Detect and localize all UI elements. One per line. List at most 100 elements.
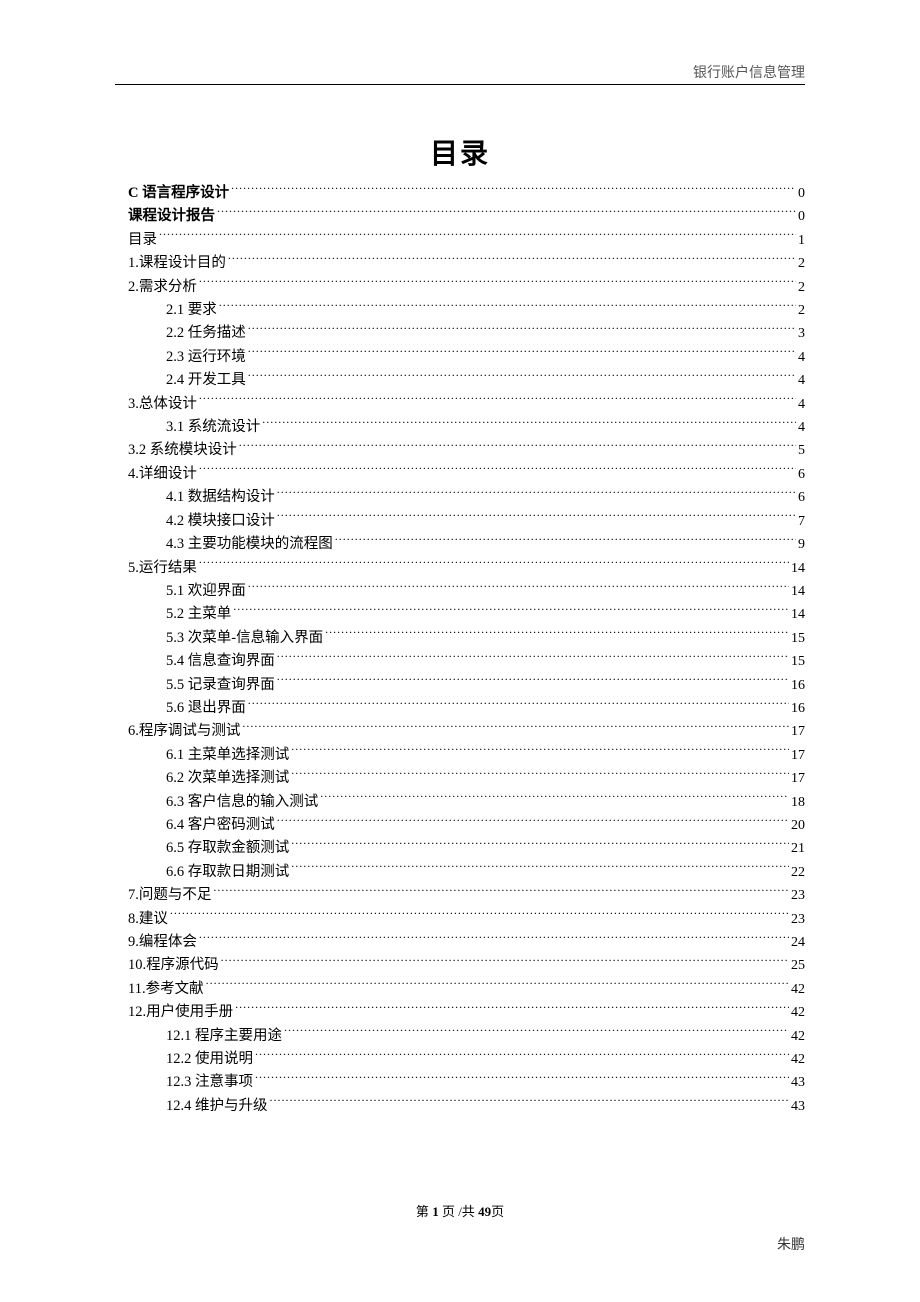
toc-leader-dots xyxy=(248,323,796,338)
toc-label: 4.3 主要功能模块的流程图 xyxy=(166,533,333,556)
toc-page-number: 17 xyxy=(791,720,805,743)
toc-entry[interactable]: 4.3 主要功能模块的流程图9 xyxy=(128,533,805,556)
toc-entry[interactable]: 2.1 要求2 xyxy=(128,299,805,322)
toc-page-number: 15 xyxy=(791,650,805,673)
toc-entry[interactable]: 2.3 运行环境4 xyxy=(128,346,805,369)
toc-entry[interactable]: 12.2 使用说明42 xyxy=(128,1048,805,1071)
toc-leader-dots xyxy=(291,744,789,759)
header-divider xyxy=(115,84,805,85)
toc-leader-dots xyxy=(170,908,789,923)
toc-entry[interactable]: 9.编程体会24 xyxy=(128,931,805,954)
toc-entry[interactable]: 5.6 退出界面 16 xyxy=(128,697,805,720)
toc-page-number: 4 xyxy=(798,393,805,416)
toc-leader-dots xyxy=(242,721,789,736)
toc-label: 6.2 次菜单选择测试 xyxy=(166,767,289,790)
toc-entry[interactable]: 2.4 开发工具4 xyxy=(128,369,805,392)
toc-label: 2.2 任务描述 xyxy=(166,322,246,345)
toc-entry[interactable]: 5.3 次菜单-信息输入界面15 xyxy=(128,627,805,650)
toc-leader-dots xyxy=(221,955,789,970)
page-title: 目录 xyxy=(0,132,920,172)
toc-page-number: 42 xyxy=(791,978,805,1001)
toc-entry[interactable]: 5.2 主菜单14 xyxy=(128,603,805,626)
toc-entry[interactable]: 12.3 注意事项43 xyxy=(128,1071,805,1094)
toc-leader-dots xyxy=(235,1002,789,1017)
toc-label: 12.1 程序主要用途 xyxy=(166,1025,282,1048)
toc-entry[interactable]: 3.2 系统模块设计5 xyxy=(128,439,805,462)
toc-entry[interactable]: 7.问题与不足23 xyxy=(128,884,805,907)
toc-entry[interactable]: 2.需求分析2 xyxy=(128,276,805,299)
toc-page-number: 14 xyxy=(791,603,805,626)
toc-leader-dots xyxy=(199,276,796,291)
toc-leader-dots xyxy=(270,1095,790,1110)
toc-label: 5.6 退出界面 xyxy=(166,697,246,720)
toc-entry[interactable]: 5.1 欢迎界面14 xyxy=(128,580,805,603)
toc-entry[interactable]: 3.1 系统流设计4 xyxy=(128,416,805,439)
toc-entry[interactable]: 3.总体设计4 xyxy=(128,393,805,416)
toc-entry[interactable]: 6.3 客户信息的输入测试18 xyxy=(128,791,805,814)
toc-entry[interactable]: 5.运行结果14 xyxy=(128,557,805,580)
toc-label: 4.2 模块接口设计 xyxy=(166,510,275,533)
toc-leader-dots xyxy=(284,1025,789,1040)
toc-leader-dots xyxy=(248,580,789,595)
toc-label: 4.1 数据结构设计 xyxy=(166,486,275,509)
toc-page-number: 16 xyxy=(791,674,805,697)
toc-leader-dots xyxy=(277,510,796,525)
toc-entry[interactable]: C 语言程序设计0 xyxy=(128,182,805,205)
toc-label: 12.3 注意事项 xyxy=(166,1071,253,1094)
toc-entry[interactable]: 6.5 存取款金额测试21 xyxy=(128,837,805,860)
toc-page-number: 22 xyxy=(791,861,805,884)
toc-entry[interactable]: 6.1 主菜单选择测试 17 xyxy=(128,744,805,767)
toc-label: 4.详细设计 xyxy=(128,463,197,486)
toc-page-number: 2 xyxy=(798,252,805,275)
toc-entry[interactable]: 5.5 记录查询界面16 xyxy=(128,674,805,697)
toc-leader-dots xyxy=(262,417,796,432)
page-middle: 页 /共 xyxy=(439,1204,478,1219)
toc-leader-dots xyxy=(233,604,789,619)
toc-entry[interactable]: 6.2 次菜单选择测试17 xyxy=(128,767,805,790)
toc-entry[interactable]: 2.2 任务描述3 xyxy=(128,322,805,345)
toc-leader-dots xyxy=(291,838,789,853)
toc-entry[interactable]: 目录 1 xyxy=(128,229,805,252)
toc-page-number: 1 xyxy=(798,229,805,252)
toc-page-number: 7 xyxy=(798,510,805,533)
toc-entry[interactable]: 1.课程设计目的 2 xyxy=(128,252,805,275)
toc-label: 11.参考文献 xyxy=(128,978,204,1001)
toc-page-number: 6 xyxy=(798,486,805,509)
toc-entry[interactable]: 4.1 数据结构设计 6 xyxy=(128,486,805,509)
toc-page-number: 17 xyxy=(791,744,805,767)
toc-entry[interactable]: 11.参考文献 42 xyxy=(128,978,805,1001)
toc-leader-dots xyxy=(255,1072,789,1087)
toc-entry[interactable]: 10.程序源代码25 xyxy=(128,954,805,977)
toc-entry[interactable]: 6.4 客户密码测试20 xyxy=(128,814,805,837)
toc-page-number: 16 xyxy=(791,697,805,720)
toc-label: 目录 xyxy=(128,229,157,252)
toc-page-number: 25 xyxy=(791,954,805,977)
toc-page-number: 0 xyxy=(798,182,805,205)
toc-leader-dots xyxy=(199,463,796,478)
toc-entry[interactable]: 12.用户使用手册42 xyxy=(128,1001,805,1024)
toc-label: 2.1 要求 xyxy=(166,299,217,322)
toc-entry[interactable]: 5.4 信息查询界面15 xyxy=(128,650,805,673)
toc-entry[interactable]: 6.6 存取款日期测试22 xyxy=(128,861,805,884)
toc-entry[interactable]: 4.详细设计6 xyxy=(128,463,805,486)
toc-label: 9.编程体会 xyxy=(128,931,197,954)
toc-entry[interactable]: 12.1 程序主要用途 42 xyxy=(128,1025,805,1048)
toc-leader-dots xyxy=(248,346,796,361)
toc-label: 6.程序调试与测试 xyxy=(128,720,240,743)
toc-label: 课程设计报告 xyxy=(128,205,215,228)
toc-leader-dots xyxy=(291,861,789,876)
toc-label: 6.1 主菜单选择测试 xyxy=(166,744,289,767)
toc-entry[interactable]: 6.程序调试与测试 17 xyxy=(128,720,805,743)
page-number: 第 1 页 /共 49页 xyxy=(0,1201,920,1220)
toc-label: 3.1 系统流设计 xyxy=(166,416,260,439)
toc-page-number: 42 xyxy=(791,1025,805,1048)
toc-entry[interactable]: 课程设计报告0 xyxy=(128,205,805,228)
page-suffix: 页 xyxy=(491,1204,504,1219)
toc-label: 1.课程设计目的 xyxy=(128,252,226,275)
toc-page-number: 21 xyxy=(791,837,805,860)
toc-entry[interactable]: 4.2 模块接口设计 7 xyxy=(128,510,805,533)
toc-entry[interactable]: 12.4 维护与升级43 xyxy=(128,1095,805,1118)
footer-author: 朱鹏 xyxy=(777,1234,805,1254)
toc-leader-dots xyxy=(219,300,796,315)
toc-entry[interactable]: 8.建议23 xyxy=(128,908,805,931)
